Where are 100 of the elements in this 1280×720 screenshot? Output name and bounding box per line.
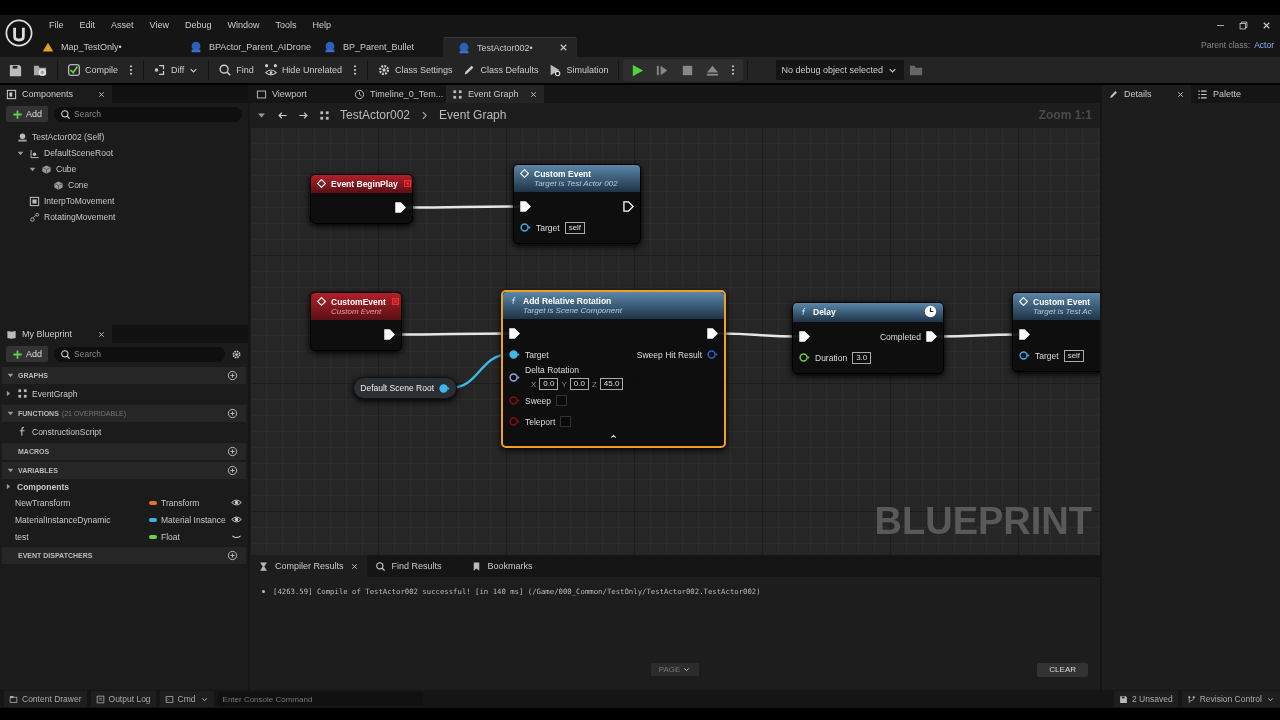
graph-tab[interactable]: Event Graph bbox=[446, 85, 544, 103]
pin-label: Sweep Hit Result bbox=[636, 349, 702, 360]
search-field[interactable]: Search bbox=[54, 106, 242, 122]
exec-pin[interactable] bbox=[1019, 329, 1030, 340]
data-pin[interactable] bbox=[439, 382, 450, 394]
variable-item[interactable]: NewTransform Transform bbox=[0, 494, 248, 511]
node-title: Delay bbox=[813, 307, 836, 317]
checkbox[interactable] bbox=[556, 395, 567, 406]
breadcrumb-link[interactable]: Event Graph bbox=[439, 108, 507, 122]
menu-item[interactable]: Tools bbox=[267, 20, 305, 30]
pin-value-field[interactable]: 45.0 bbox=[599, 378, 624, 390]
clear-button[interactable]: CLEAR bbox=[1037, 662, 1088, 677]
settings-icon bbox=[231, 348, 242, 360]
exec-pin[interactable] bbox=[799, 331, 810, 342]
exec-pin[interactable] bbox=[520, 201, 531, 212]
debug-object-dropdown[interactable]: No debug object selected bbox=[775, 60, 905, 80]
event-icon bbox=[317, 179, 326, 188]
data-pin[interactable] bbox=[799, 352, 810, 363]
tree-item[interactable]: RotatingMovement bbox=[0, 209, 248, 225]
menu-item[interactable]: Help bbox=[304, 20, 339, 30]
toolbar-button[interactable]: Class Defaults bbox=[457, 59, 544, 81]
list-item[interactable]: Components bbox=[0, 479, 248, 494]
exec-pin[interactable] bbox=[384, 329, 395, 340]
toolbar-button[interactable]: Find bbox=[213, 59, 259, 81]
cmd-icon bbox=[164, 694, 174, 704]
menu-item[interactable]: Debug bbox=[176, 20, 220, 30]
tree-item[interactable]: InterpToMovement bbox=[0, 193, 248, 209]
exec-pin[interactable] bbox=[707, 328, 718, 339]
panel-tab[interactable]: My Blueprint bbox=[0, 325, 112, 343]
panel-tab[interactable]: Components bbox=[0, 85, 112, 103]
list-icon bbox=[1197, 88, 1208, 100]
event-icon bbox=[1019, 297, 1028, 306]
data-pin[interactable] bbox=[509, 349, 520, 360]
tree-item[interactable]: Cone bbox=[0, 177, 248, 193]
variable-item[interactable]: test Float bbox=[0, 528, 248, 545]
pin-value-field[interactable]: 0.0 bbox=[569, 378, 589, 390]
menu-item[interactable]: Window bbox=[219, 20, 268, 30]
tree-item[interactable]: DefaultSceneRoot bbox=[0, 145, 248, 161]
parent-class-link[interactable]: Actor bbox=[1254, 40, 1274, 50]
toolbar-button[interactable]: Hide Unrelated bbox=[258, 59, 347, 81]
variable-name: test bbox=[15, 531, 30, 542]
pin-label: Delta Rotation bbox=[525, 365, 580, 375]
graph-tab[interactable]: Viewport bbox=[250, 85, 348, 103]
graph-node[interactable]: Custom Event Target is Test Ac Target self bbox=[1012, 292, 1100, 372]
toolbar-button[interactable]: Simulation bbox=[543, 59, 614, 81]
data-pin[interactable] bbox=[1019, 350, 1030, 361]
delegate-pin-icon bbox=[402, 179, 412, 188]
document-tab[interactable]: TestActor002• bbox=[443, 37, 577, 57]
status-button[interactable]: 2 Unsaved bbox=[1114, 691, 1178, 707]
results-tab[interactable]: Compiler Results bbox=[250, 555, 367, 577]
pin-value-field[interactable]: 3.0 bbox=[852, 351, 872, 364]
panel-tab[interactable]: Details bbox=[1102, 85, 1191, 103]
list-item[interactable]: EventGraph bbox=[0, 384, 248, 403]
search-field[interactable]: Search bbox=[54, 346, 225, 362]
graph-tab[interactable]: Timeline_0_Tem... bbox=[348, 85, 446, 103]
pin-value-field[interactable]: 0.0 bbox=[539, 378, 559, 390]
status-button[interactable]: Revision Control bbox=[1181, 691, 1280, 707]
variable-node[interactable]: Default Scene Root bbox=[353, 377, 457, 399]
pin-value-field[interactable]: self bbox=[564, 221, 586, 234]
variable-item[interactable]: MaterialInstanceDynamic Material Instance bbox=[0, 511, 248, 528]
add-button[interactable]: Add bbox=[6, 346, 48, 362]
document-tab[interactable]: Map_TestOnly• bbox=[41, 37, 175, 57]
status-button[interactable]: Output Log bbox=[90, 691, 156, 707]
add-button[interactable]: Add bbox=[6, 106, 48, 122]
menu-item[interactable]: File bbox=[41, 20, 72, 30]
list-item[interactable]: ConstructionScript bbox=[0, 422, 248, 441]
results-tab[interactable]: Find Results bbox=[366, 555, 463, 577]
menu-item[interactable]: Edit bbox=[71, 20, 104, 30]
toolbar-button[interactable]: Class Settings bbox=[371, 59, 458, 81]
graph-node[interactable]: Custom Event Target is Test Actor 002 Target self bbox=[513, 164, 641, 244]
blueprint-icon bbox=[189, 40, 203, 54]
pin-value-field[interactable]: self bbox=[1063, 349, 1085, 362]
data-pin[interactable] bbox=[520, 222, 531, 233]
graph-node[interactable]: Add Relative Rotation Target is Scene Component Target Sweep Hit Result Delta Rotation X 0.0 Y 0.0 Z 45.0 Sweep Teleport bbox=[501, 290, 726, 448]
tree-item[interactable]: Cube bbox=[0, 161, 248, 177]
tree-label: DefaultSceneRoot bbox=[44, 148, 113, 158]
console-field[interactable]: Enter Console Command bbox=[217, 692, 423, 706]
toolbar-button[interactable]: Diff bbox=[148, 59, 205, 81]
status-button[interactable]: Cmd bbox=[159, 691, 214, 707]
status-button[interactable]: Content Drawer bbox=[4, 691, 87, 707]
exec-pin[interactable] bbox=[926, 331, 937, 342]
menu-item[interactable]: View bbox=[141, 20, 177, 30]
exec-pin[interactable] bbox=[509, 328, 520, 339]
menu-item[interactable]: Asset bbox=[103, 20, 142, 30]
tree-item[interactable]: TestActor002 (Self) bbox=[0, 129, 248, 145]
results-tab[interactable]: Bookmarks bbox=[462, 555, 559, 577]
checkbox[interactable] bbox=[560, 416, 572, 427]
exec-pin[interactable] bbox=[395, 202, 406, 213]
panel-tab[interactable]: Palette bbox=[1191, 85, 1280, 103]
document-tab[interactable]: BPActor_Parent_AIDrone bbox=[175, 37, 309, 57]
graph-node[interactable]: Delay Completed Duration 3.0 bbox=[792, 302, 944, 374]
toolbar-button[interactable]: Compile bbox=[62, 59, 123, 81]
pin-label: Teleport bbox=[525, 416, 556, 427]
graph-node[interactable]: CustomEvent Custom Event bbox=[310, 292, 402, 351]
tab-label: Compiler Results bbox=[275, 561, 344, 571]
exec-pin[interactable] bbox=[623, 201, 634, 212]
graph-node[interactable]: Event BeginPlay bbox=[310, 174, 413, 224]
breadcrumb-link[interactable]: TestActor002 bbox=[340, 108, 411, 122]
tab-label: Find Results bbox=[391, 561, 442, 571]
data-pin[interactable] bbox=[509, 372, 520, 383]
